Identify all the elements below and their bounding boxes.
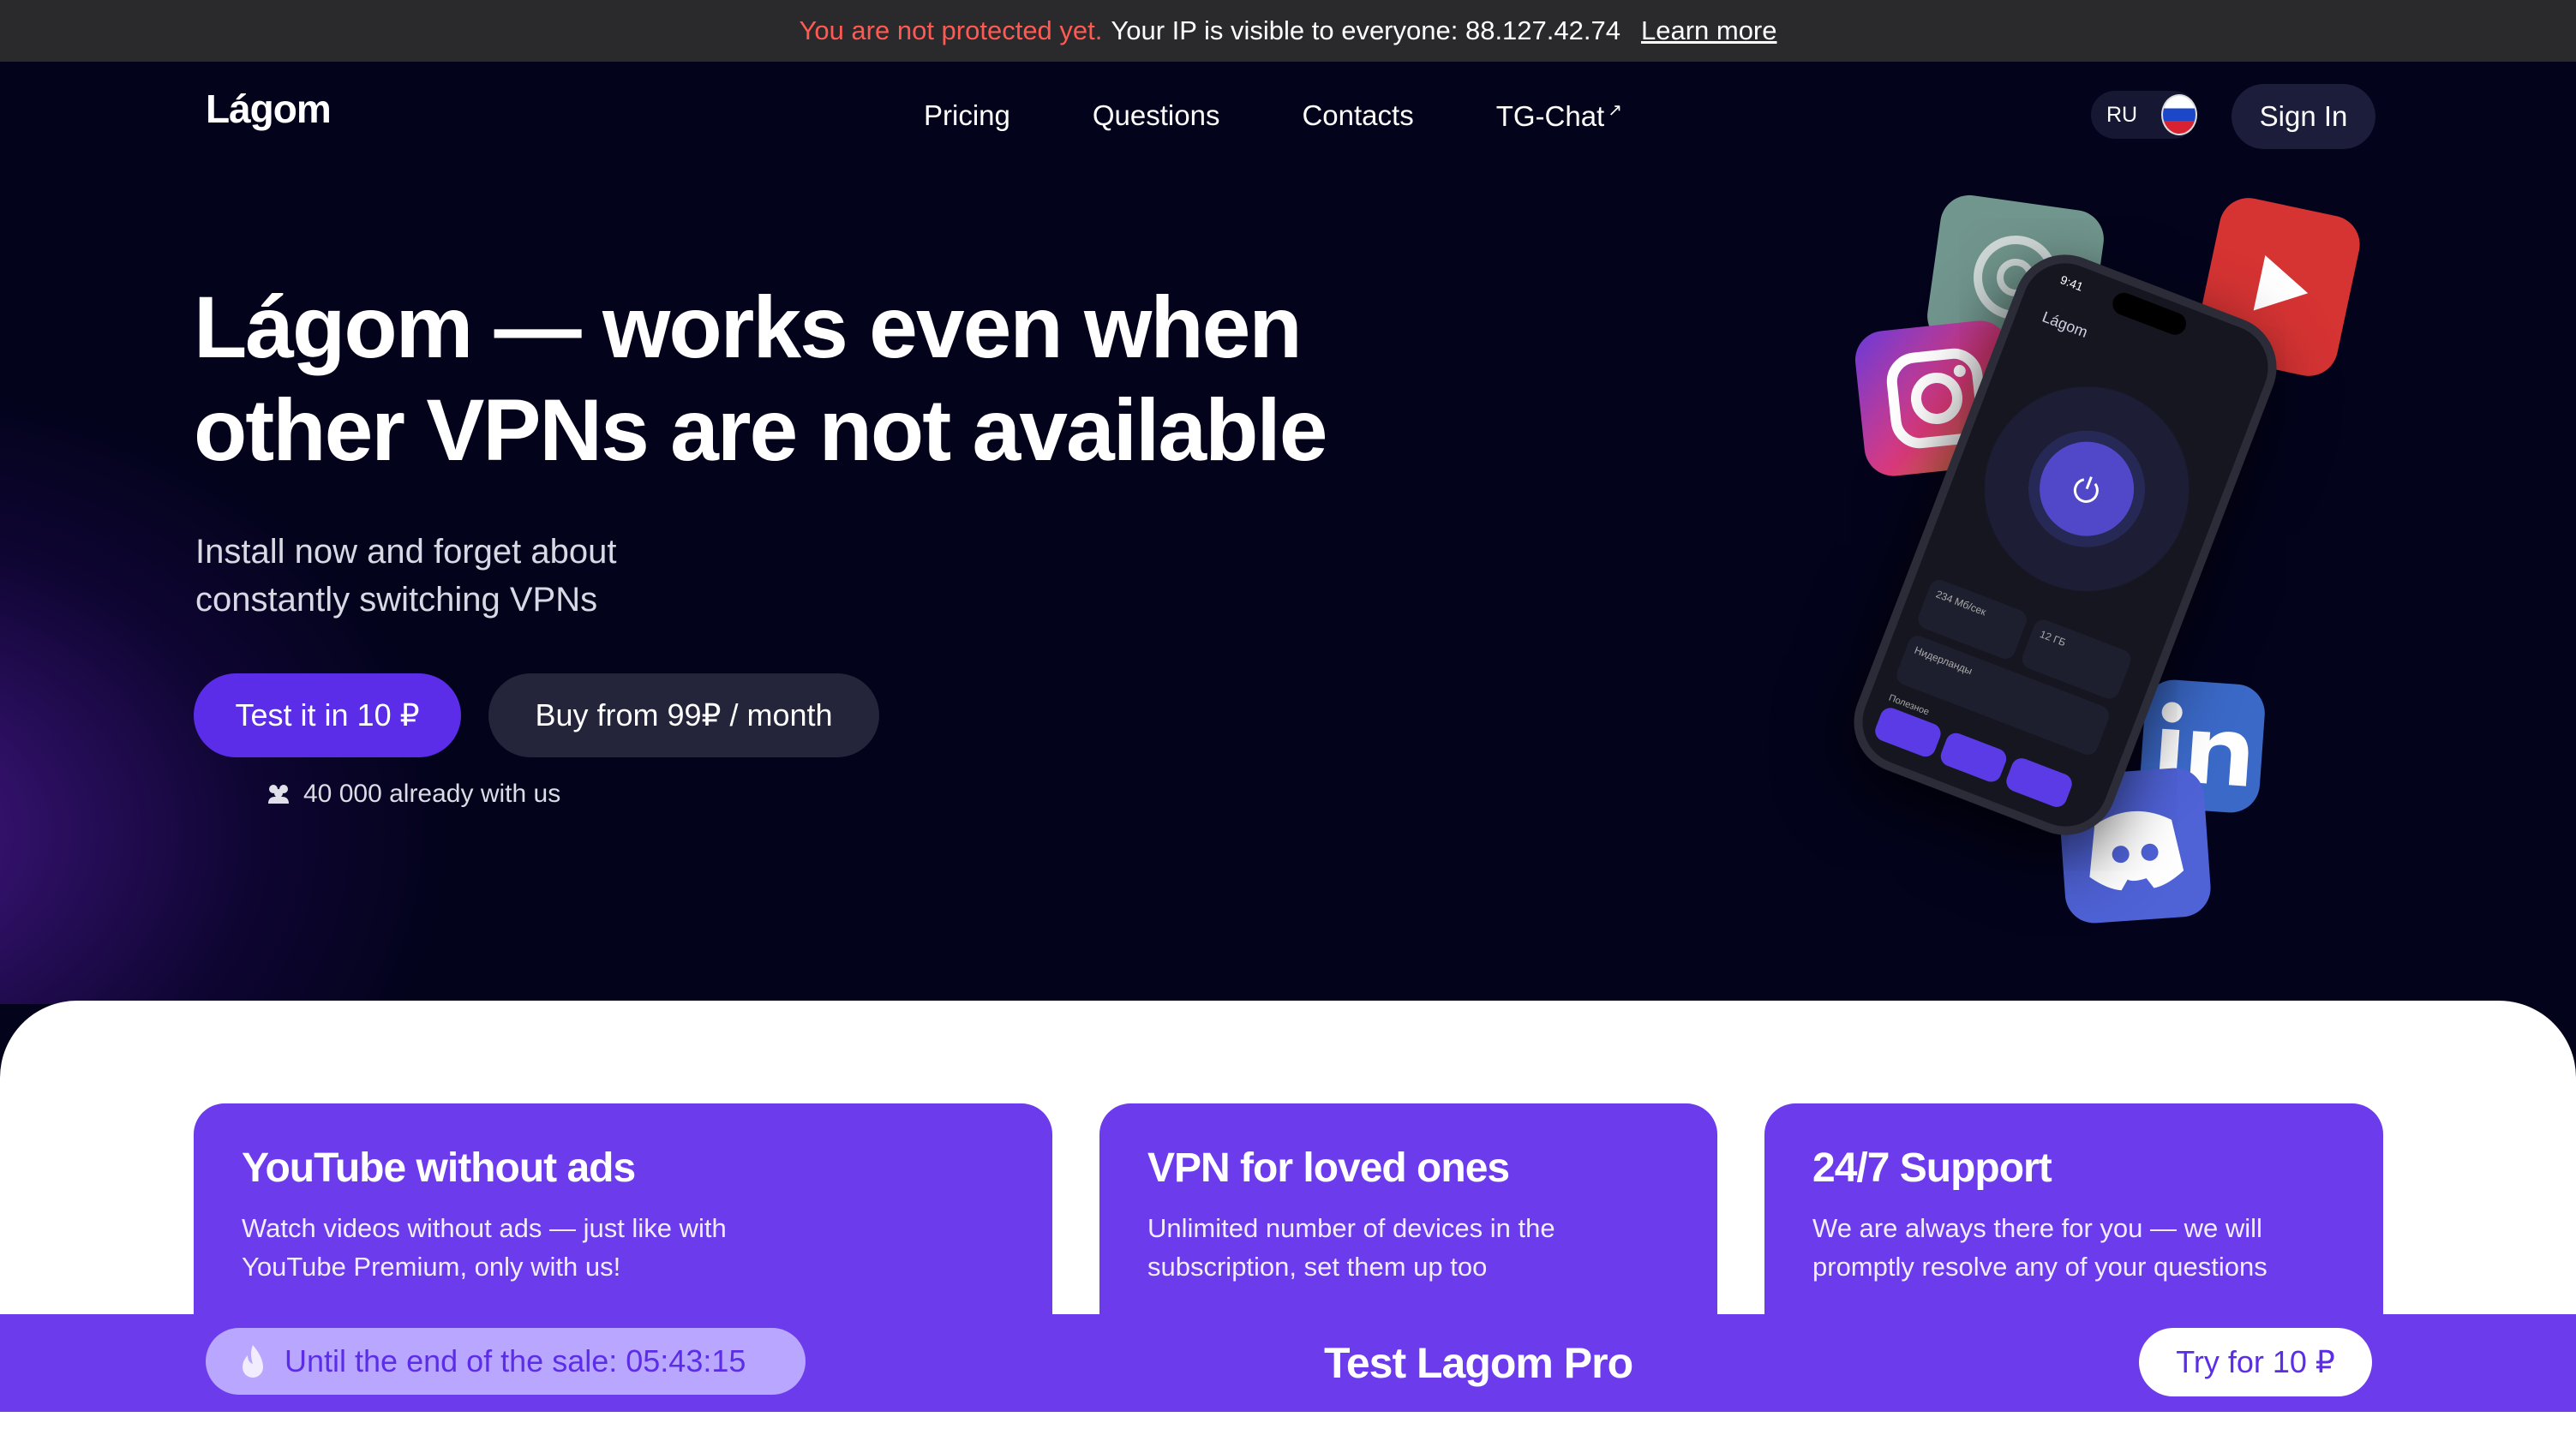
sale-bar: Until the end of the sale: 05:43:15 Test… bbox=[0, 1314, 2576, 1412]
warning-text: You are not protected yet. bbox=[799, 15, 1103, 45]
phone-app-name: Lágom bbox=[2040, 308, 2090, 341]
ip-warning-banner: You are not protected yet. Your IP is vi… bbox=[0, 0, 2576, 63]
logo[interactable]: Lágom bbox=[206, 86, 332, 132]
feature-description: Watch videos without ads — just like wit… bbox=[242, 1209, 1004, 1286]
sale-title: Test Lagom Pro bbox=[1324, 1339, 1633, 1387]
nav-questions[interactable]: Questions bbox=[1093, 99, 1220, 133]
feature-description: We are always there for you — we will pro… bbox=[1812, 1209, 2335, 1286]
hero-title-line-2: other VPNs are not available bbox=[194, 381, 1327, 479]
russia-flag-icon bbox=[2161, 94, 2197, 135]
users-icon bbox=[268, 785, 289, 804]
ip-info-text: Your IP is visible to everyone: 88.127.4… bbox=[1111, 15, 1620, 45]
users-count-text: 40 000 already with us bbox=[303, 780, 561, 808]
external-link-icon: ↗ bbox=[1608, 101, 1622, 120]
hero-subtitle-line-2: constantly switching VPNs bbox=[195, 581, 598, 619]
flame-icon bbox=[243, 1345, 263, 1378]
nav-pricing[interactable]: Pricing bbox=[924, 99, 1010, 133]
speed-value: 234 Мб/сек bbox=[1934, 588, 1988, 619]
main-nav: Pricing Questions Contacts TG-Chat ↗ bbox=[924, 99, 1622, 133]
test-trial-button[interactable]: Test it in 10 ₽ bbox=[194, 673, 461, 757]
hero-subtitle: Install now and forget about constantly … bbox=[195, 528, 795, 624]
feature-description: Unlimited number of devices in the subscr… bbox=[1147, 1209, 1669, 1286]
nav-contacts[interactable]: Contacts bbox=[1302, 99, 1413, 133]
phone-time: 9:41 bbox=[2058, 272, 2086, 294]
hero-title-line-1: Lágom — works even when bbox=[194, 278, 1303, 376]
phone-notch bbox=[2109, 290, 2190, 338]
feature-description-line-1: Watch videos without ads — just like wit… bbox=[242, 1213, 727, 1243]
nav-tg-chat[interactable]: TG-Chat ↗ bbox=[1496, 99, 1622, 133]
nav-tg-chat-label: TG-Chat bbox=[1495, 100, 1605, 132]
feature-description-line-1: We are always there for you — we will bbox=[1812, 1213, 2262, 1243]
phone-card bbox=[1872, 704, 1944, 760]
sale-timer: Until the end of the sale: 05:43:15 bbox=[206, 1328, 806, 1395]
feature-title: YouTube without ads bbox=[242, 1145, 636, 1191]
feature-title: 24/7 Support bbox=[1812, 1145, 2052, 1191]
language-code: RU bbox=[2106, 102, 2138, 127]
phone-card bbox=[1938, 730, 2010, 786]
feature-title: VPN for loved ones bbox=[1147, 1145, 1510, 1191]
users-count: 40 000 already with us bbox=[266, 780, 560, 809]
sign-in-button[interactable]: Sign In bbox=[2232, 84, 2375, 149]
feature-description-line-2: subscription, set them up too bbox=[1147, 1252, 1488, 1282]
feature-description-line-2: promptly resolve any of your questions bbox=[1812, 1252, 2267, 1282]
learn-more-link[interactable]: Learn more bbox=[1641, 15, 1777, 46]
phone-card bbox=[2003, 755, 2076, 810]
feature-description-line-2: YouTube Premium, only with us! bbox=[242, 1252, 621, 1282]
feature-description-line-1: Unlimited number of devices in the bbox=[1147, 1213, 1555, 1243]
buy-button[interactable]: Buy from 99₽ / month bbox=[488, 673, 879, 757]
hero-title: Lágom — works even when other VPNs are n… bbox=[194, 276, 1393, 481]
hero-subtitle-line-1: Install now and forget about bbox=[195, 533, 617, 571]
try-button[interactable]: Try for 10 ₽ bbox=[2139, 1328, 2372, 1396]
sale-timer-text: Until the end of the sale: 05:43:15 bbox=[285, 1343, 746, 1378]
language-switcher[interactable]: RU bbox=[2091, 91, 2197, 139]
traffic-value: 12 ГБ bbox=[2038, 627, 2068, 649]
